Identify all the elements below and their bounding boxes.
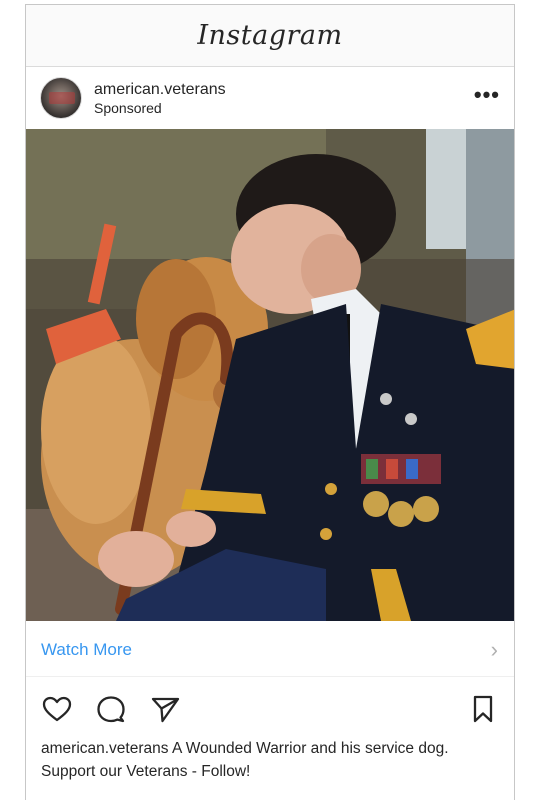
post-photo[interactable] xyxy=(26,129,514,621)
post-header: american.veterans Sponsored ••• xyxy=(26,67,514,129)
post-caption: american.veterans A Wounded Warrior and … xyxy=(41,737,501,783)
instagram-logo[interactable]: Instagram xyxy=(197,20,342,51)
post-photo-illustration xyxy=(26,129,514,621)
bookmark-icon[interactable] xyxy=(466,692,500,726)
comment-icon[interactable] xyxy=(94,692,128,726)
chevron-right-icon[interactable]: › xyxy=(491,637,498,663)
post-actions xyxy=(26,687,514,731)
avatar[interactable] xyxy=(40,77,82,119)
post-username[interactable]: american.veterans xyxy=(94,80,226,99)
post-header-text: american.veterans Sponsored xyxy=(94,80,226,117)
heart-icon[interactable] xyxy=(40,692,74,726)
sponsored-label: Sponsored xyxy=(94,99,162,116)
send-icon[interactable] xyxy=(148,692,182,726)
watch-more-link[interactable]: Watch More xyxy=(41,640,132,660)
app-header: Instagram xyxy=(26,5,514,67)
more-icon[interactable]: ••• xyxy=(474,84,500,106)
watch-more-bar[interactable]: Watch More › xyxy=(26,623,514,677)
instagram-post-frame: Instagram american.veterans Sponsored ••… xyxy=(25,4,515,800)
caption-username[interactable]: american.veterans xyxy=(41,740,169,757)
